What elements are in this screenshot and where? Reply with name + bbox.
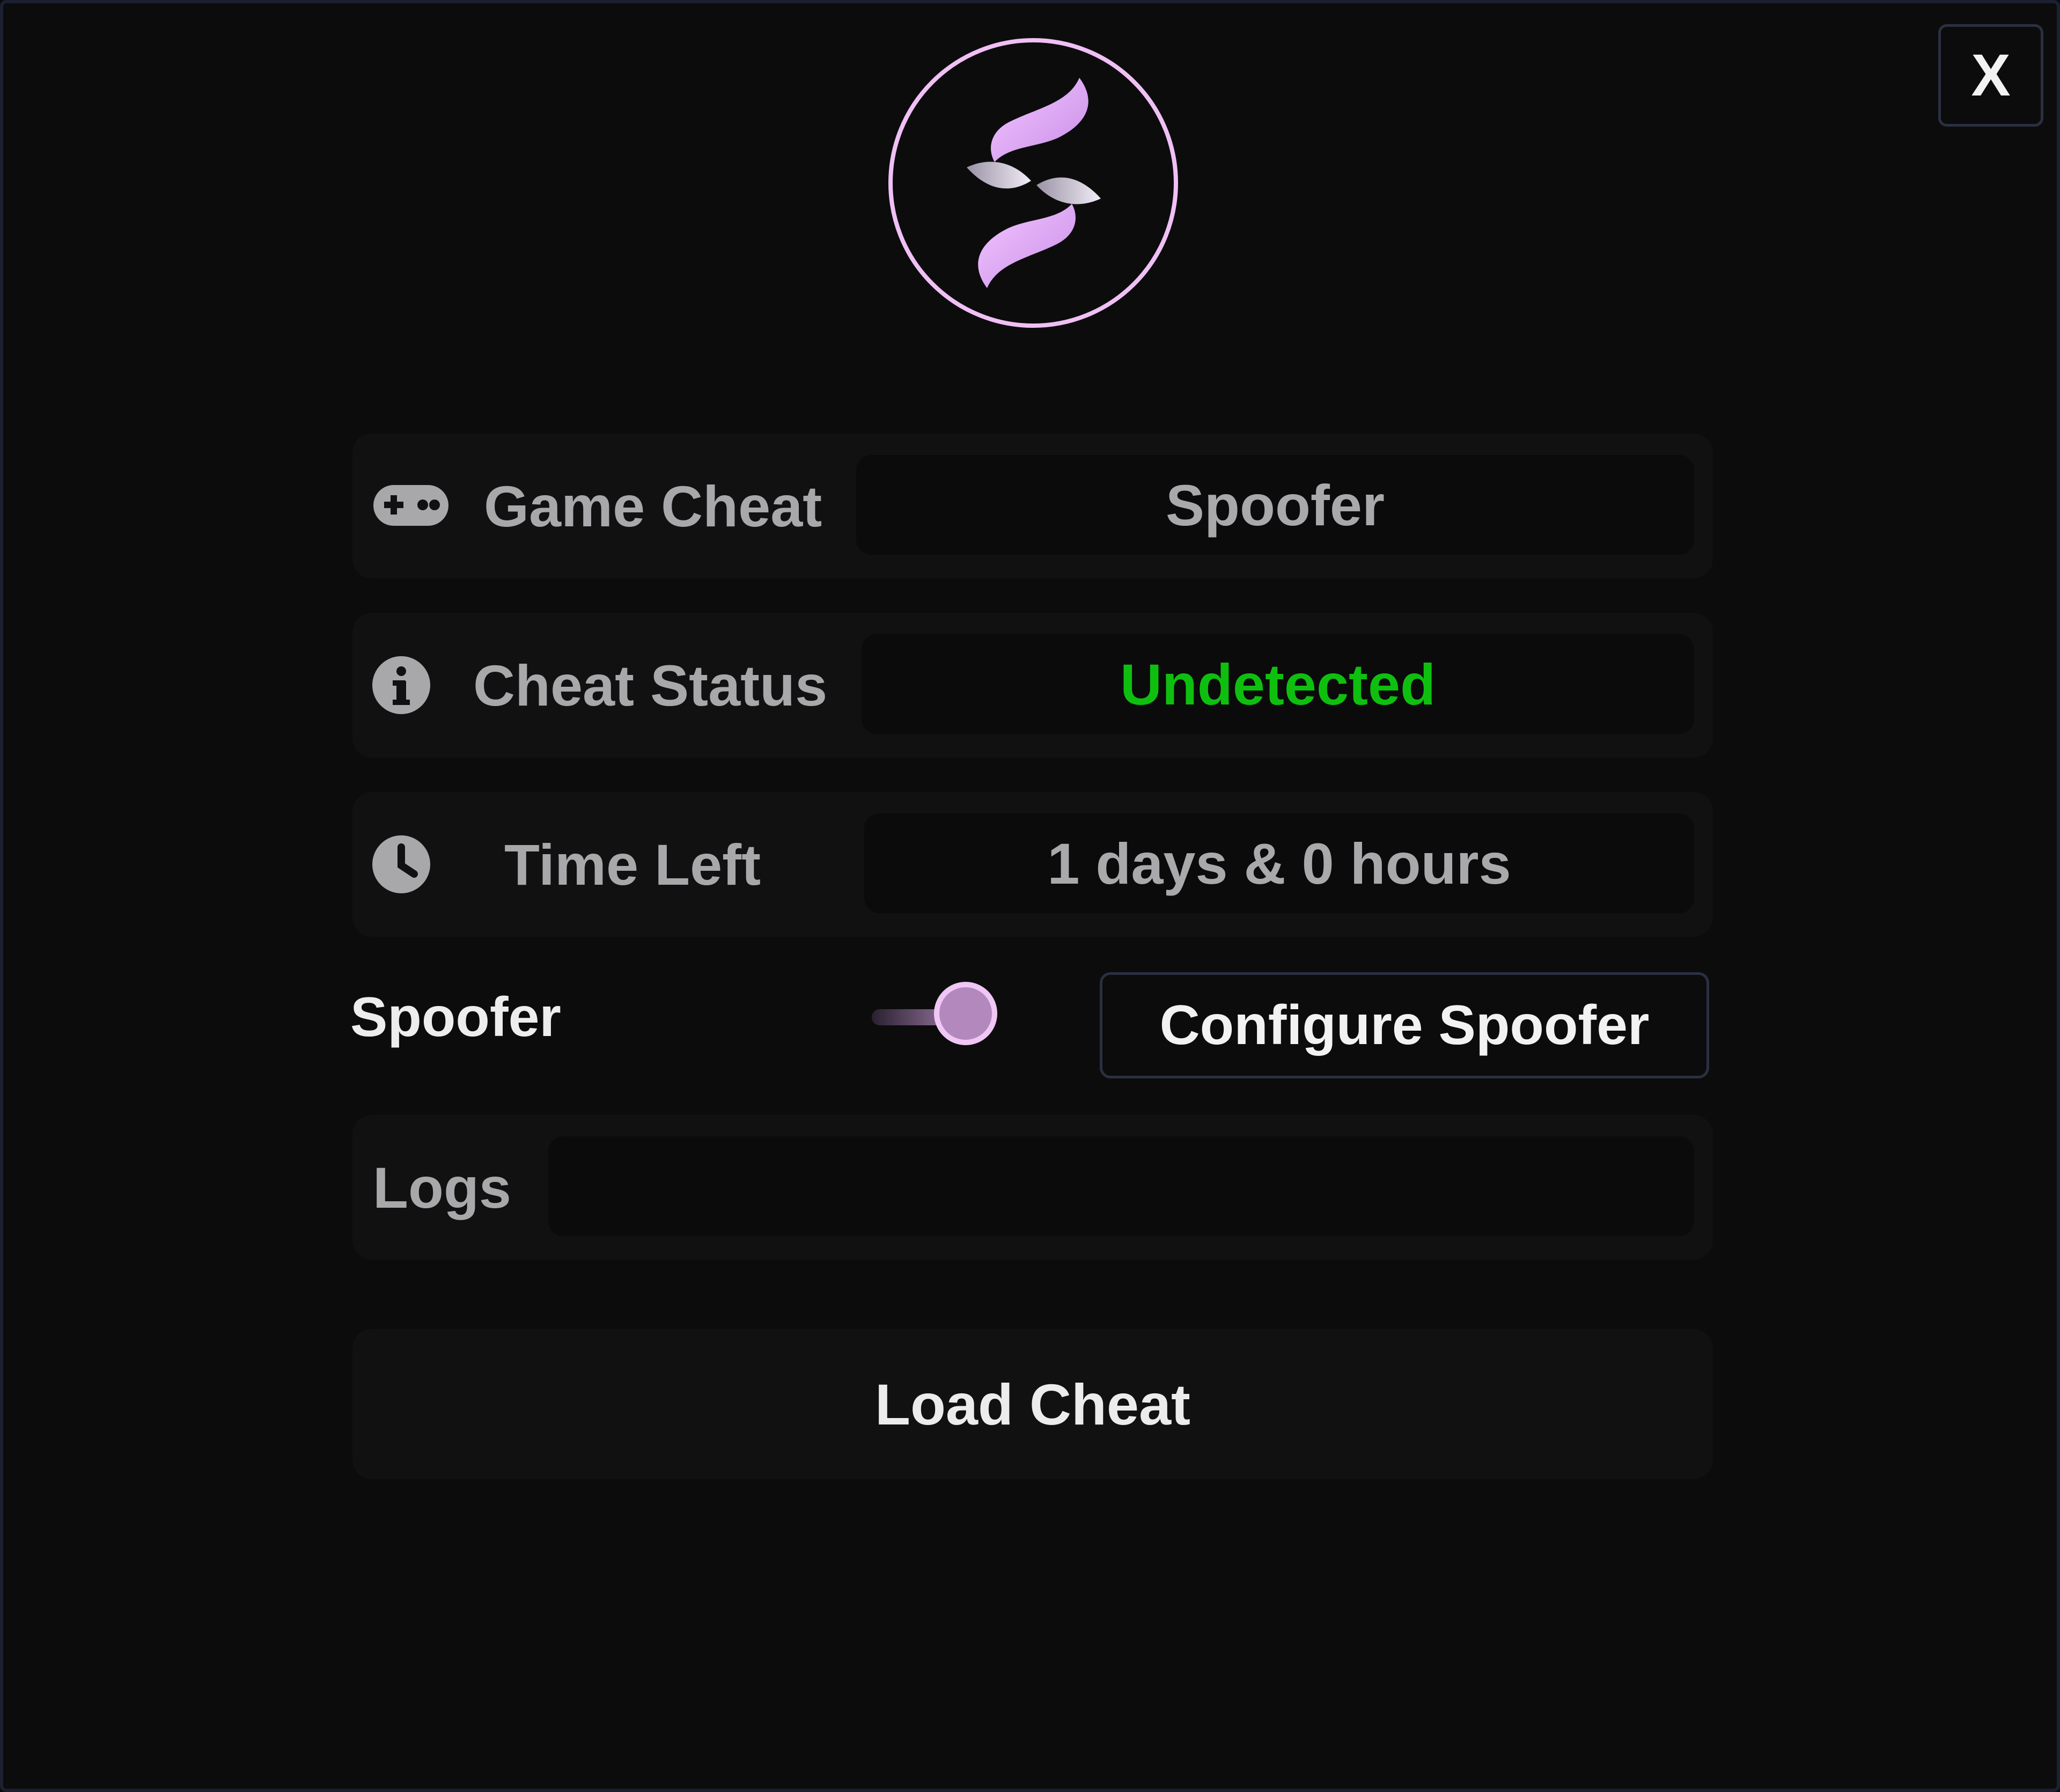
- time-left-value: 1 days & 0 hours: [864, 813, 1694, 913]
- cheat-status-value: Undetected: [862, 634, 1694, 734]
- info-icon: [371, 613, 431, 758]
- gamepad-icon: [371, 434, 451, 578]
- time-left-row: Time Left 1 days & 0 hours: [352, 792, 1713, 937]
- logs-row: Logs: [352, 1115, 1713, 1260]
- launcher-window: X Game Cheat Spoofer Cheat Status Undete…: [0, 0, 2060, 1792]
- load-cheat-button[interactable]: Load Cheat: [352, 1329, 1713, 1479]
- configure-spoofer-button[interactable]: Configure Spoofer: [1100, 972, 1709, 1078]
- logs-label: Logs: [373, 1155, 511, 1220]
- game-cheat-row: Game Cheat Spoofer: [352, 434, 1713, 578]
- game-cheat-label: Game Cheat: [484, 473, 822, 539]
- toggle-knob[interactable]: [934, 982, 997, 1045]
- cheat-status-label: Cheat Status: [473, 652, 828, 718]
- game-cheat-value: Spoofer: [856, 455, 1694, 555]
- cheat-status-row: Cheat Status Undetected: [352, 613, 1713, 758]
- logs-output[interactable]: [548, 1136, 1694, 1236]
- time-left-label: Time Left: [504, 832, 761, 897]
- app-logo: [888, 38, 1178, 328]
- clock-icon: [371, 792, 431, 937]
- spoofer-toggle[interactable]: [872, 977, 1006, 1057]
- close-button[interactable]: X: [1938, 24, 2043, 127]
- spoofer-label: Spoofer: [350, 986, 561, 1048]
